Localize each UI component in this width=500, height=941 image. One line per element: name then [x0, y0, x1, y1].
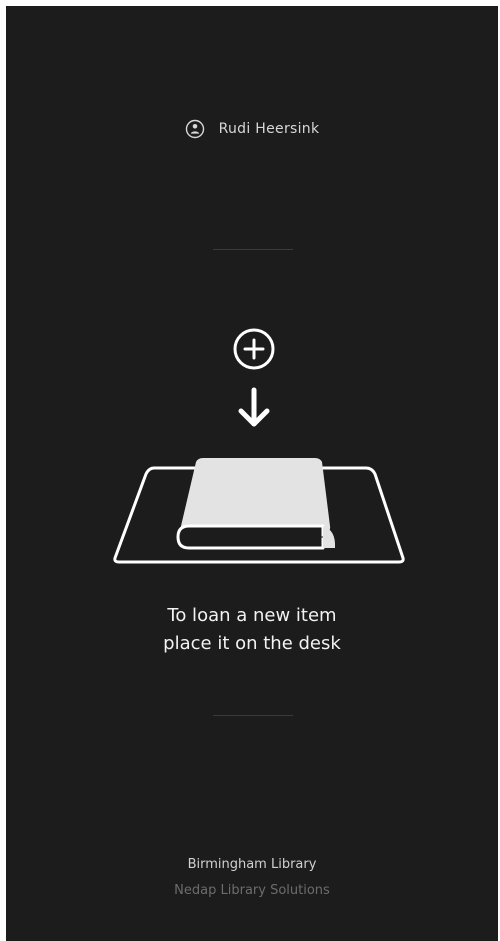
instruction-line-1: To loan a new item	[167, 605, 337, 626]
vendor-name: Nedap Library Solutions	[174, 883, 330, 898]
instruction-line-2: place it on the desk	[163, 633, 341, 654]
library-name: Birmingham Library	[187, 857, 317, 872]
kiosk-screen: Rudi Heersink To loan a new item place i…	[6, 6, 498, 941]
book-on-desk-icon	[113, 458, 405, 564]
instruction-text: To loan a new item place it on the desk	[6, 602, 498, 658]
user-name: Rudi Heersink	[218, 121, 320, 137]
plus-circle-icon	[233, 328, 275, 370]
user-circle-icon	[185, 119, 204, 139]
arrow-down-icon	[238, 387, 270, 427]
top-divider	[213, 249, 293, 250]
bottom-divider	[213, 715, 293, 716]
user-info: Rudi Heersink	[6, 119, 498, 139]
